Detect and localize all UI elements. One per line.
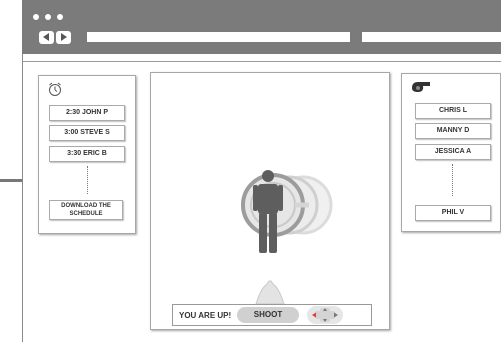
list-ellipsis (87, 166, 88, 194)
content-divider (22, 61, 501, 62)
arrow-right-icon (61, 33, 67, 41)
arrow-left-icon (43, 33, 49, 41)
window-dot-icon[interactable] (33, 14, 39, 20)
dpad-control[interactable] (307, 306, 343, 324)
browser-titlebar (22, 0, 501, 54)
player-item[interactable]: JESSICA A (415, 144, 491, 160)
window-dot-icon[interactable] (45, 14, 51, 20)
window-dot-icon[interactable] (57, 14, 63, 20)
search-bar[interactable] (362, 32, 501, 42)
player-item[interactable]: CHRIS L (415, 103, 491, 119)
schedule-panel: 2:30 JOHN P 3:00 STEVE S 3:30 ERIC B DOW… (38, 75, 136, 234)
players-panel: CHRIS L MANNY D JESSICA A PHIL V (401, 73, 501, 232)
dpad-left-arrow (312, 312, 316, 318)
person-figure-icon (253, 170, 283, 253)
target-ring-icon (241, 173, 333, 237)
schedule-item[interactable]: 3:30 ERIC B (49, 146, 125, 162)
address-bar[interactable] (87, 32, 350, 42)
schedule-item[interactable]: 3:00 STEVE S (49, 125, 125, 141)
schedule-item[interactable]: 2:30 JOHN P (49, 105, 125, 121)
control-bar: YOU ARE UP! SHOOT (172, 304, 372, 326)
player-item[interactable]: MANNY D (415, 123, 491, 139)
window-left-border (22, 54, 23, 342)
back-button[interactable] (39, 31, 54, 44)
whistle-icon (412, 82, 430, 92)
ball-icon (255, 280, 285, 305)
alarm-clock-icon (49, 82, 61, 96)
list-ellipsis (452, 164, 453, 196)
shoot-button[interactable]: SHOOT (237, 307, 299, 323)
status-text: YOU ARE UP! (179, 311, 232, 320)
player-item[interactable]: PHIL V (415, 205, 491, 221)
forward-button[interactable] (56, 31, 71, 44)
download-schedule-button[interactable]: DOWNLOAD THE SCHEDULE (49, 200, 123, 220)
dpad-icon (312, 308, 338, 322)
game-stage (150, 72, 390, 330)
side-handle[interactable] (0, 179, 22, 182)
